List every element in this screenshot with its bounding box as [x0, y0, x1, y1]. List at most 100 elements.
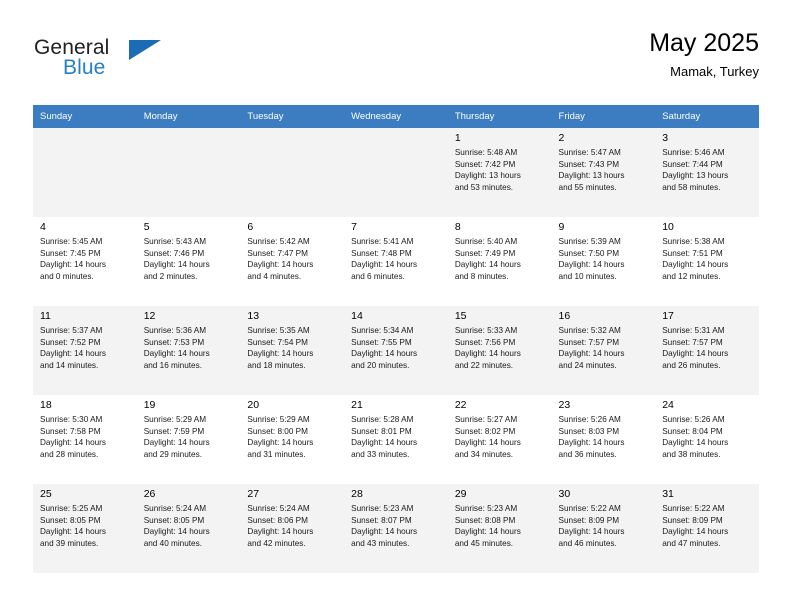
- day-sun-info: Sunrise: 5:23 AM Sunset: 8:07 PM Daylight:…: [351, 503, 441, 549]
- day-info-sunrise: Sunrise: 5:38 AM: [662, 237, 725, 246]
- day-info-daylight2: and 29 minutes.: [143, 449, 202, 459]
- calendar-day-cell[interactable]: 15 Sunrise: 5:33 AM Sunset: 7:56 PM Dayligh…: [447, 306, 552, 395]
- calendar-day-cell[interactable]: 20 Sunrise: 5:29 AM Sunset: 8:00 PM Dayligh…: [240, 395, 345, 484]
- day-number: 13: [247, 310, 260, 322]
- day-info-sunrise: Sunrise: 5:28 AM: [351, 415, 414, 424]
- calendar-day-cell[interactable]: 18 Sunrise: 5:30 AM Sunset: 7:58 PM Dayligh…: [33, 395, 137, 484]
- day-info-sunrise: Sunrise: 5:26 AM: [558, 415, 621, 424]
- calendar-day-cell[interactable]: 26 Sunrise: 5:24 AM Sunset: 8:05 PM Dayligh…: [136, 484, 241, 573]
- day-info-sunset: Sunset: 7:54 PM: [247, 337, 308, 347]
- calendar-week-row: 18 Sunrise: 5:30 AM Sunset: 7:58 PM Dayligh…: [33, 395, 759, 484]
- page-subtitle: Mamak, Turkey: [670, 64, 759, 79]
- calendar-day-cell[interactable]: 1 Sunrise: 5:48 AM Sunset: 7:42 PM Daylight…: [447, 128, 552, 217]
- day-number: 6: [247, 221, 254, 233]
- calendar-day-cell[interactable]: 9 Sunrise: 5:39 AM Sunset: 7:50 PM Daylight…: [551, 217, 656, 306]
- day-cell-content: 19 Sunrise: 5:29 AM Sunset: 7:59 PM Dayligh…: [137, 395, 241, 484]
- day-number: 11: [40, 310, 51, 322]
- day-info-daylight1: Daylight: 14 hours: [558, 260, 625, 270]
- general-blue-logo: General Blue: [33, 36, 253, 92]
- calendar-day-cell[interactable]: 30 Sunrise: 5:22 AM Sunset: 8:09 PM Dayligh…: [551, 484, 656, 573]
- day-info-daylight1: Daylight: 14 hours: [247, 438, 314, 448]
- calendar-day-cell[interactable]: 3 Sunrise: 5:46 AM Sunset: 7:44 PM Daylight…: [655, 128, 759, 217]
- calendar-day-cell[interactable]: 4 Sunrise: 5:45 AM Sunset: 7:45 PM Daylight…: [33, 217, 137, 306]
- day-info-sunset: Sunset: 7:58 PM: [40, 426, 101, 436]
- day-info-sunrise: Sunrise: 5:29 AM: [143, 415, 207, 424]
- day-sun-info: Sunrise: 5:35 AM Sunset: 7:54 PM Daylight:…: [247, 325, 337, 371]
- calendar-day-cell[interactable]: 2 Sunrise: 5:47 AM Sunset: 7:43 PM Daylight…: [551, 128, 656, 217]
- day-info-sunrise: Sunrise: 5:32 AM: [558, 326, 621, 335]
- day-info-daylight2: and 4 minutes.: [247, 271, 302, 281]
- day-info-sunrise: Sunrise: 5:31 AM: [662, 326, 725, 335]
- calendar-day-cell[interactable]: 23 Sunrise: 5:26 AM Sunset: 8:03 PM Dayligh…: [551, 395, 656, 484]
- day-info-sunrise: Sunrise: 5:24 AM: [143, 504, 207, 513]
- day-info-sunset: Sunset: 7:45 PM: [40, 248, 101, 258]
- day-info-sunset: Sunset: 8:09 PM: [558, 515, 620, 525]
- calendar-day-cell[interactable]: 21 Sunrise: 5:28 AM Sunset: 8:01 PM Dayligh…: [344, 395, 448, 484]
- day-info-daylight2: and 46 minutes.: [558, 538, 617, 548]
- calendar-day-cell[interactable]: 5 Sunrise: 5:43 AM Sunset: 7:46 PM Daylight…: [136, 217, 241, 306]
- day-info-daylight2: and 0 minutes.: [40, 271, 94, 281]
- logo-triangle-icon: [129, 40, 161, 60]
- calendar-day-cell[interactable]: 29 Sunrise: 5:23 AM Sunset: 8:08 PM Dayligh…: [447, 484, 552, 573]
- day-sun-info: Sunrise: 5:33 AM Sunset: 7:56 PM Daylight:…: [455, 325, 545, 371]
- day-info-sunset: Sunset: 7:57 PM: [662, 337, 723, 347]
- day-info-daylight1: Daylight: 14 hours: [351, 438, 418, 448]
- day-info-daylight1: Daylight: 14 hours: [454, 260, 521, 270]
- calendar-day-cell[interactable]: 16 Sunrise: 5:32 AM Sunset: 7:57 PM Dayligh…: [551, 306, 656, 395]
- day-info-daylight2: and 14 minutes.: [40, 360, 99, 370]
- day-cell-content: 7 Sunrise: 5:41 AM Sunset: 7:48 PM Daylight…: [344, 217, 448, 306]
- calendar-empty-cell: [136, 128, 241, 217]
- day-info-daylight1: Daylight: 14 hours: [143, 527, 210, 537]
- calendar-day-cell[interactable]: 24 Sunrise: 5:26 AM Sunset: 8:04 PM Dayligh…: [655, 395, 759, 484]
- calendar-day-cell[interactable]: 7 Sunrise: 5:41 AM Sunset: 7:48 PM Daylight…: [344, 217, 448, 306]
- calendar-day-cell[interactable]: 10 Sunrise: 5:38 AM Sunset: 7:51 PM Dayligh…: [655, 217, 759, 306]
- day-cell-content: 20 Sunrise: 5:29 AM Sunset: 8:00 PM Dayligh…: [240, 395, 344, 484]
- day-info-daylight1: Daylight: 14 hours: [143, 349, 210, 359]
- calendar-day-cell[interactable]: 11 Sunrise: 5:37 AM Sunset: 7:52 PM Dayligh…: [33, 306, 137, 395]
- day-info-sunset: Sunset: 7:56 PM: [454, 337, 516, 347]
- day-info-sunrise: Sunrise: 5:24 AM: [247, 504, 310, 513]
- day-cell-content: 27 Sunrise: 5:24 AM Sunset: 8:06 PM Dayligh…: [240, 484, 344, 573]
- day-info-daylight2: and 34 minutes.: [454, 449, 514, 459]
- day-sun-info: Sunrise: 5:27 AM Sunset: 8:02 PM Daylight:…: [455, 414, 545, 460]
- day-sun-info: Sunrise: 5:34 AM Sunset: 7:55 PM Daylight:…: [351, 325, 441, 371]
- calendar-day-cell[interactable]: 25 Sunrise: 5:25 AM Sunset: 8:05 PM Dayligh…: [33, 484, 137, 573]
- day-info-daylight2: and 53 minutes.: [454, 182, 514, 192]
- calendar-day-cell[interactable]: 22 Sunrise: 5:27 AM Sunset: 8:02 PM Dayligh…: [447, 395, 552, 484]
- day-sun-info: Sunrise: 5:32 AM Sunset: 7:57 PM Daylight:…: [559, 325, 649, 371]
- calendar-empty-cell: [344, 128, 448, 217]
- day-number: 29: [454, 488, 467, 500]
- calendar-day-cell[interactable]: 17 Sunrise: 5:31 AM Sunset: 7:57 PM Dayligh…: [655, 306, 759, 395]
- calendar-day-cell[interactable]: 13 Sunrise: 5:35 AM Sunset: 7:54 PM Dayligh…: [240, 306, 345, 395]
- day-info-daylight1: Daylight: 14 hours: [454, 438, 521, 448]
- calendar-day-cell[interactable]: 6 Sunrise: 5:42 AM Sunset: 7:47 PM Daylight…: [240, 217, 345, 306]
- day-cell-content: 5 Sunrise: 5:43 AM Sunset: 7:46 PM Daylight…: [137, 217, 241, 306]
- day-info-daylight2: and 43 minutes.: [351, 538, 410, 548]
- calendar-day-cell[interactable]: 8 Sunrise: 5:40 AM Sunset: 7:49 PM Daylight…: [447, 217, 552, 306]
- day-info-daylight1: Daylight: 14 hours: [558, 349, 625, 359]
- day-sun-info: Sunrise: 5:48 AM Sunset: 7:42 PM Daylight:…: [455, 147, 545, 193]
- day-info-daylight2: and 12 minutes.: [662, 271, 721, 281]
- day-info-sunset: Sunset: 8:06 PM: [247, 515, 308, 525]
- calendar-day-cell[interactable]: 31 Sunrise: 5:22 AM Sunset: 8:09 PM Dayligh…: [655, 484, 759, 573]
- day-cell-content: 6 Sunrise: 5:42 AM Sunset: 7:47 PM Daylight…: [240, 217, 344, 306]
- day-info-sunrise: Sunrise: 5:37 AM: [40, 326, 103, 335]
- weekday-header-monday: Monday: [136, 105, 241, 128]
- day-number: 18: [40, 399, 52, 411]
- day-sun-info: Sunrise: 5:23 AM Sunset: 8:08 PM Daylight:…: [455, 503, 545, 549]
- calendar-day-cell[interactable]: 27 Sunrise: 5:24 AM Sunset: 8:06 PM Dayligh…: [240, 484, 345, 573]
- day-info-sunrise: Sunrise: 5:22 AM: [558, 504, 621, 513]
- day-info-sunrise: Sunrise: 5:33 AM: [454, 326, 518, 335]
- calendar-day-cell[interactable]: 14 Sunrise: 5:34 AM Sunset: 7:55 PM Dayligh…: [344, 306, 448, 395]
- day-number: 9: [558, 221, 565, 233]
- page-header: General Blue May 2025 Mamak, Turkey: [33, 28, 759, 96]
- calendar-day-cell[interactable]: 12 Sunrise: 5:36 AM Sunset: 7:53 PM Dayligh…: [136, 306, 241, 395]
- day-info-sunrise: Sunrise: 5:30 AM: [40, 415, 103, 424]
- calendar-day-cell[interactable]: 28 Sunrise: 5:23 AM Sunset: 8:07 PM Dayligh…: [344, 484, 448, 573]
- calendar-page: General Blue May 2025 Mamak, Turkey Sund…: [0, 0, 792, 612]
- calendar-day-cell[interactable]: 19 Sunrise: 5:29 AM Sunset: 7:59 PM Dayligh…: [136, 395, 241, 484]
- day-number: 21: [351, 399, 363, 411]
- calendar-header-row: Sunday Monday Tuesday Wednesday Thursday…: [33, 105, 759, 128]
- calendar-empty-cell: [240, 128, 345, 217]
- day-info-daylight2: and 16 minutes.: [143, 360, 202, 370]
